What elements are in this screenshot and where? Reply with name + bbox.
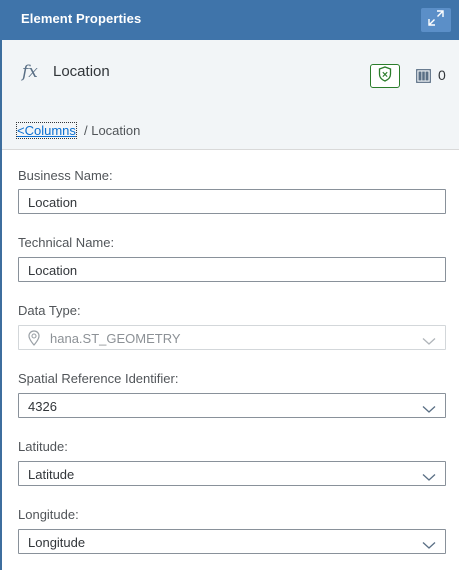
srid-label: Spatial Reference Identifier: <box>18 371 179 386</box>
element-title: Location <box>53 63 110 80</box>
longitude-select[interactable]: Longitude <box>18 529 446 554</box>
technical-name-label: Technical Name: <box>18 235 115 250</box>
expand-icon <box>427 9 445 32</box>
panel-header: Element Properties <box>0 0 459 40</box>
srid-value: 4326 <box>28 399 57 414</box>
data-type-select: hana.ST_GEOMETRY <box>18 325 446 350</box>
fx-icon: fx <box>22 62 38 82</box>
latitude-label: Latitude: <box>18 439 68 454</box>
business-name-value: Location <box>28 195 78 210</box>
expand-button[interactable] <box>421 8 451 32</box>
column-count: 0 <box>438 67 446 83</box>
business-name-label: Business Name: <box>18 168 113 183</box>
chevron-down-icon[interactable] <box>422 537 436 555</box>
breadcrumb-columns-link[interactable]: <Columns <box>16 122 77 139</box>
chevron-down-icon[interactable] <box>422 401 436 419</box>
shield-icon <box>378 65 392 87</box>
data-type-value: hana.ST_GEOMETRY <box>50 331 181 346</box>
latitude-select[interactable]: Latitude <box>18 461 446 486</box>
semantic-usage-button[interactable] <box>370 64 400 88</box>
chevron-down-icon <box>422 333 436 351</box>
srid-select[interactable]: 4326 <box>18 393 446 418</box>
columns-icon <box>416 69 431 88</box>
latitude-value: Latitude <box>28 467 75 482</box>
panel-title: Element Properties <box>21 11 142 26</box>
technical-name-value: Location <box>28 263 78 278</box>
chevron-down-icon[interactable] <box>422 469 436 487</box>
breadcrumb-current: / Location <box>84 123 141 138</box>
location-pin-icon <box>28 330 40 351</box>
longitude-value: Longitude <box>28 535 86 550</box>
data-type-label: Data Type: <box>18 303 81 318</box>
technical-name-input[interactable]: Location <box>18 257 446 282</box>
longitude-label: Longitude: <box>18 507 79 522</box>
business-name-input[interactable]: Location <box>18 189 446 214</box>
